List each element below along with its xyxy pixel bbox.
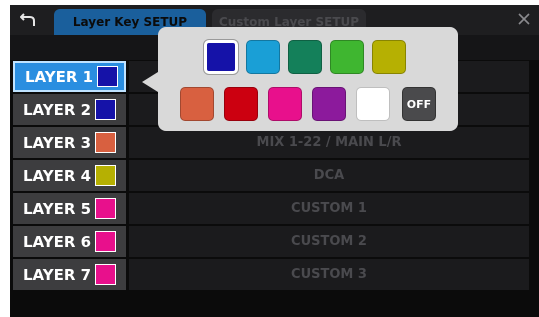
layer-label: LAYER 6 bbox=[23, 232, 92, 251]
close-button[interactable] bbox=[513, 8, 535, 30]
back-button[interactable] bbox=[10, 5, 46, 35]
layer-label: LAYER 3 bbox=[23, 133, 92, 152]
assignment-cell[interactable]: MIX 1-22 / MAIN L/R bbox=[129, 127, 529, 158]
layer-1-button[interactable]: LAYER 1 bbox=[13, 61, 126, 92]
layer-color-swatch[interactable] bbox=[95, 198, 116, 219]
color-swatch-dark-green[interactable] bbox=[288, 40, 322, 74]
popup-pointer bbox=[142, 72, 158, 92]
off-label: OFF bbox=[406, 97, 432, 111]
layer-color-swatch[interactable] bbox=[95, 99, 116, 120]
assignment-label: CUSTOM 1 bbox=[291, 201, 367, 216]
layer-2-button[interactable]: LAYER 2 bbox=[13, 94, 126, 125]
layer-3-button[interactable]: LAYER 3 bbox=[13, 127, 126, 158]
color-swatch-white[interactable] bbox=[356, 87, 390, 121]
layer-5-button[interactable]: LAYER 5 bbox=[13, 193, 126, 224]
layer-label: LAYER 5 bbox=[23, 199, 92, 218]
assignment-cell[interactable]: CUSTOM 2 bbox=[129, 226, 529, 257]
layer-row: LAYER 6 CUSTOM 2 bbox=[10, 225, 529, 257]
color-swatch-green[interactable] bbox=[330, 40, 364, 74]
color-swatch-red[interactable] bbox=[224, 87, 258, 121]
layer-label: LAYER 2 bbox=[23, 100, 92, 119]
color-swatch-olive[interactable] bbox=[372, 40, 406, 74]
color-swatch-blue[interactable] bbox=[204, 40, 238, 74]
back-arrow-icon bbox=[20, 13, 35, 26]
layer-row: LAYER 4 DCA bbox=[10, 159, 529, 191]
assignment-label: CUSTOM 2 bbox=[291, 234, 367, 249]
layer-row: LAYER 7 CUSTOM 3 bbox=[10, 258, 529, 290]
color-swatch-orange[interactable] bbox=[180, 87, 214, 121]
layer-color-swatch[interactable] bbox=[95, 132, 116, 153]
layer-6-button[interactable]: LAYER 6 bbox=[13, 226, 126, 257]
layer-color-swatch[interactable] bbox=[97, 66, 118, 87]
color-swatch-purple[interactable] bbox=[312, 87, 346, 121]
assignment-label: CUSTOM 3 bbox=[291, 267, 367, 282]
layer-4-button[interactable]: LAYER 4 bbox=[13, 160, 126, 191]
layer-color-swatch[interactable] bbox=[95, 165, 116, 186]
layer-label: LAYER 1 bbox=[25, 67, 94, 86]
layer-row: LAYER 5 CUSTOM 1 bbox=[10, 192, 529, 224]
layer-label: LAYER 4 bbox=[23, 166, 92, 185]
color-swatch-pink[interactable] bbox=[268, 87, 302, 121]
close-icon bbox=[518, 13, 530, 25]
layer-color-swatch[interactable] bbox=[95, 231, 116, 252]
assignment-label: DCA bbox=[313, 168, 345, 183]
color-off-button[interactable]: OFF bbox=[402, 87, 436, 121]
layer-color-swatch[interactable] bbox=[95, 264, 116, 285]
layer-7-button[interactable]: LAYER 7 bbox=[13, 259, 126, 290]
layer-label: LAYER 7 bbox=[23, 265, 92, 284]
color-swatch-cyan[interactable] bbox=[246, 40, 280, 74]
assignment-cell[interactable]: CUSTOM 3 bbox=[129, 259, 529, 290]
color-picker-popup: OFF bbox=[158, 27, 458, 131]
assignment-cell[interactable]: CUSTOM 1 bbox=[129, 193, 529, 224]
window: Layer Key SETUP Custom Layer SETUP LAYER… bbox=[10, 5, 539, 317]
assignment-label: MIX 1-22 / MAIN L/R bbox=[256, 135, 402, 150]
assignment-cell[interactable]: DCA bbox=[129, 160, 529, 191]
